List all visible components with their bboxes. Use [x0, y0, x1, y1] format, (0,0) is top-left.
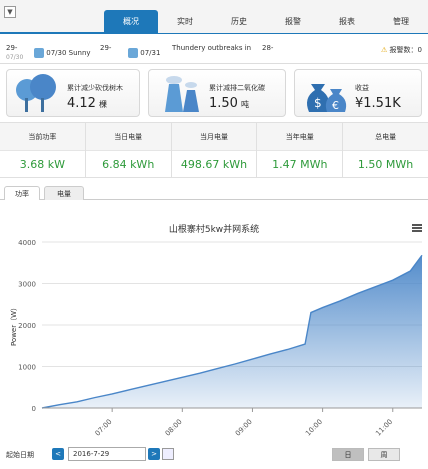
weather-day-5: 28- — [262, 44, 273, 53]
cloud-icon — [34, 48, 44, 58]
weather-forecast-text: Thundery outbreaks in — [172, 44, 252, 52]
card-trees-label: 累计减少砍伐树木 — [67, 84, 123, 92]
y-tick-label: 0 — [32, 405, 36, 413]
top-nav-bar: ▼ 概况 实时 历史 报警 报表 管理 — [0, 0, 428, 34]
stat-value: 1.47 MWh — [272, 158, 328, 171]
card-trees: 累计减少砍伐树木 4.12 棵 — [6, 69, 140, 117]
y-axis-label: Power（W） — [10, 304, 18, 346]
weather-day-5-temp: 28- — [262, 44, 274, 52]
weather-day-3: 29- — [100, 44, 111, 53]
next-date-button[interactable]: > — [148, 448, 160, 460]
card-income: $ € 收益 ¥1.51K — [294, 69, 422, 117]
card-income-label: 收益 — [355, 84, 369, 92]
weather-day-4-text: 07/31 — [140, 49, 161, 57]
stat-value: 6.84 kWh — [102, 158, 155, 171]
chart-menu-icon[interactable] — [412, 224, 422, 232]
factory-icon — [165, 76, 199, 112]
y-tick-label: 1000 — [18, 364, 36, 372]
chart-title: 山根寨村5kw并网系统 — [168, 225, 260, 235]
weather-day-1-temp: 29- — [6, 44, 18, 52]
card-co2: 累计减排二氧化碳 1.50 吨 — [148, 69, 286, 117]
tab-overview[interactable]: 概况 — [104, 10, 158, 33]
stat-head: 总电量 — [343, 123, 428, 151]
segment-week[interactable]: 周 — [368, 448, 400, 461]
date-footer: 起始日期 < 2016-7-29 > 日 周 — [0, 442, 428, 469]
stat-head: 当前功率 — [0, 123, 85, 151]
tab-alarm[interactable]: 报警 — [266, 10, 320, 33]
card-co2-value: 1.50 吨 — [209, 96, 249, 111]
card-co2-unit: 吨 — [240, 100, 249, 109]
cloud-icon — [128, 48, 138, 58]
power-chart: 0 1000 2000 3000 4000 Power（W） 07:00 08:00 09:00… — [0, 208, 428, 438]
menu-dropdown-icon[interactable]: ▼ — [4, 6, 16, 18]
calendar-icon[interactable] — [162, 448, 174, 460]
weather-day-1-date: 07/30 — [6, 54, 24, 61]
x-tick-label: 07:00 — [94, 418, 114, 438]
stat-current-power: 当前功率 3.68 kW — [0, 123, 86, 177]
svg-text:€: € — [332, 99, 339, 112]
warning-icon: ⚠ — [381, 46, 388, 54]
stat-head: 当日电量 — [85, 123, 171, 151]
stat-yearly-energy: 当年电量 1.47 MWh — [257, 123, 344, 177]
y-tick-label: 2000 — [18, 322, 36, 330]
x-tick-label: 09:00 — [234, 418, 254, 438]
tab-power[interactable]: 功率 — [4, 186, 40, 200]
card-trees-value: 4.12 棵 — [67, 96, 107, 111]
series-area — [42, 255, 422, 408]
alarm-count: 0 — [417, 46, 422, 54]
weather-strip: 29- 07/30 07/30 Sunny 29- 07/31 Thundery… — [0, 40, 428, 64]
card-income-number: ¥1.51K — [355, 96, 401, 111]
date-input[interactable]: 2016-7-29 — [68, 447, 146, 461]
tab-report[interactable]: 报表 — [320, 10, 374, 33]
card-co2-number: 1.50 — [209, 96, 238, 111]
alarm-counter[interactable]: ⚠ 报警数：0 — [381, 45, 422, 55]
main-tabs: 概况 实时 历史 报警 报表 管理 — [104, 10, 428, 33]
money-bags-icon: $ € — [307, 84, 347, 112]
start-date-label: 起始日期 — [6, 451, 34, 459]
card-co2-label: 累计减排二氧化碳 — [209, 84, 265, 92]
weather-day-3-temp: 29- — [100, 44, 112, 52]
alarm-label: 报警数： — [389, 46, 418, 54]
x-tick-label: 08:00 — [164, 418, 184, 438]
weather-day-2-text: 07/30 Sunny — [46, 49, 91, 57]
y-tick-label: 3000 — [18, 281, 36, 289]
weather-day-2: 07/30 Sunny — [34, 48, 91, 58]
card-trees-unit: 棵 — [98, 100, 107, 109]
stat-value: 498.67 kWh — [180, 158, 248, 171]
weather-day-1: 29- 07/30 — [6, 44, 23, 62]
stat-monthly-energy: 当月电量 498.67 kWh — [171, 123, 258, 177]
segment-day[interactable]: 日 — [332, 448, 364, 461]
card-income-value: ¥1.51K — [355, 96, 401, 111]
tab-energy[interactable]: 电量 — [44, 186, 84, 200]
x-tick-label: 10:00 — [304, 418, 324, 438]
stat-value: 3.68 kW — [19, 158, 66, 171]
stat-value: 1.50 MWh — [357, 158, 414, 171]
chart-tabs: 功率 电量 — [0, 184, 428, 200]
stat-total-energy: 总电量 1.50 MWh — [343, 123, 428, 177]
stat-head: 当年电量 — [257, 123, 343, 151]
prev-date-button[interactable]: < — [52, 448, 64, 460]
trees-icon — [16, 74, 56, 112]
stats-table: 当前功率 3.68 kW 当日电量 6.84 kWh 当月电量 498.67 k… — [0, 122, 428, 178]
tab-realtime[interactable]: 实时 — [158, 10, 212, 33]
card-trees-number: 4.12 — [67, 96, 96, 111]
stat-head: 当月电量 — [171, 123, 257, 151]
stat-daily-energy: 当日电量 6.84 kWh — [85, 123, 172, 177]
y-tick-label: 4000 — [18, 239, 36, 247]
tab-history[interactable]: 历史 — [212, 10, 266, 33]
power-area-chart: 0 1000 2000 3000 4000 Power（W） 07:00 08:00 09:00… — [10, 239, 423, 438]
x-tick-label: 11:00 — [374, 418, 394, 438]
weather-day-4: 07/31 — [128, 48, 160, 58]
weather-forecast: Thundery outbreaks in — [172, 44, 251, 53]
tab-manage[interactable]: 管理 — [374, 10, 428, 33]
svg-text:$: $ — [314, 96, 322, 110]
